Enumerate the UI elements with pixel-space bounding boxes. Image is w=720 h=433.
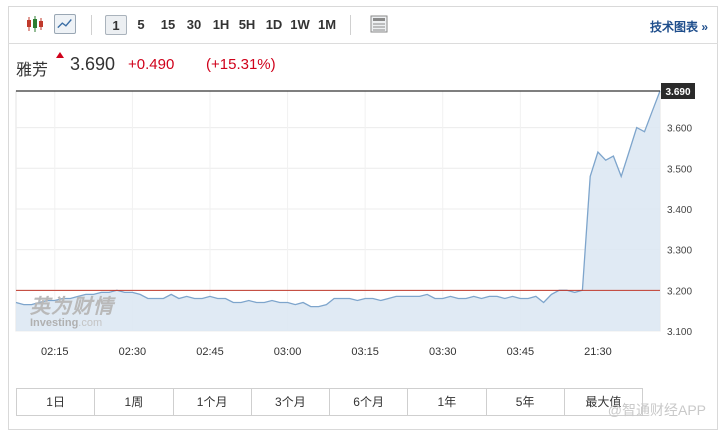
time-range-bar: 1日 1周 1个月 3个月 6个月 1年 5年 最大值: [16, 388, 643, 416]
y-tick-label: 3.100: [667, 327, 692, 338]
range-6m[interactable]: 6个月: [330, 389, 409, 415]
logo-brand: Investing: [30, 317, 79, 329]
x-tick-label: 03:30: [429, 346, 457, 358]
range-1w[interactable]: 1周: [95, 389, 174, 415]
y-tick-label: 3.300: [667, 246, 692, 257]
last-price-label: 3.690: [665, 87, 690, 98]
y-tick-label: 3.600: [667, 124, 692, 135]
price-chart: 3.100 3.200 3.300 3.400 3.500 3.600 02:15 02:30…: [15, 83, 695, 358]
x-tick-label: 02:30: [119, 346, 147, 358]
x-tick-label: 02:45: [196, 346, 224, 358]
app-watermark: @智通财经APP: [607, 402, 706, 418]
range-1m[interactable]: 1个月: [174, 389, 252, 415]
y-tick-label: 3.200: [667, 286, 692, 297]
x-tick-label: 03:45: [507, 346, 535, 358]
range-1y[interactable]: 1年: [408, 389, 487, 415]
range-5y[interactable]: 5年: [487, 389, 565, 415]
logo-en-text: Investing.com: [30, 317, 114, 329]
range-1d[interactable]: 1日: [17, 389, 96, 415]
logo-cn-text: 英为财情: [30, 296, 114, 318]
y-tick-label: 3.400: [667, 205, 692, 216]
x-tick-label: 03:15: [351, 346, 379, 358]
logo-domain: .com: [78, 317, 103, 329]
x-tick-label: 02:15: [41, 346, 69, 358]
x-tick-label: 03:00: [274, 346, 302, 358]
range-3m[interactable]: 3个月: [252, 389, 330, 415]
x-tick-label: 21:30: [584, 346, 612, 358]
investing-logo-watermark: 英为财情 Investing.com: [30, 290, 114, 329]
y-tick-label: 3.500: [667, 164, 692, 175]
